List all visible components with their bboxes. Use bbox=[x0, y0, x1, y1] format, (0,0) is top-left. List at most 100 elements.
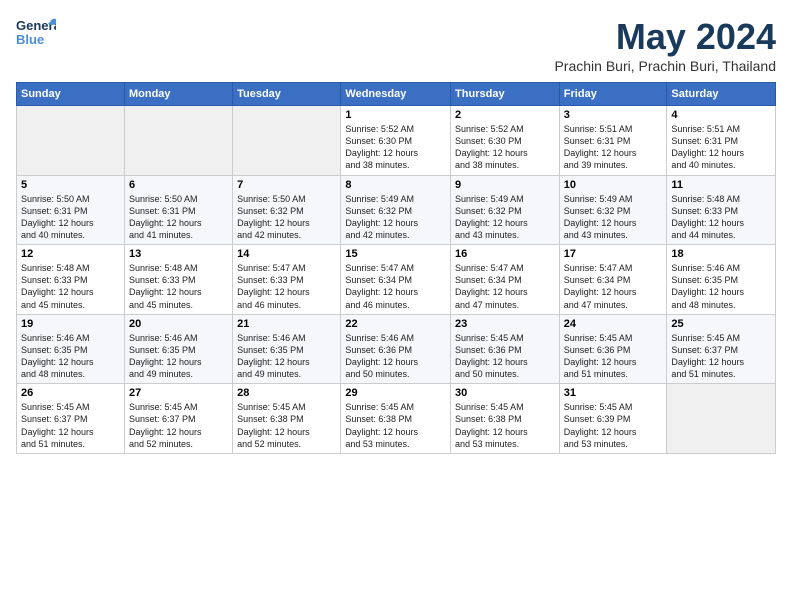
calendar-cell: 2Sunrise: 5:52 AM Sunset: 6:30 PM Daylig… bbox=[451, 106, 560, 176]
day-number: 11 bbox=[671, 179, 771, 191]
title-area: May 2024 Prachin Buri, Prachin Buri, Tha… bbox=[554, 16, 776, 74]
calendar-cell: 20 Sunrise: 5:46 AM Sunset: 6:35 PM Dayli… bbox=[124, 314, 232, 384]
day-info: Sunrise: 5:52 AM Sunset: 6:30 PM Dayligh… bbox=[455, 123, 555, 172]
calendar-cell: 29 Sunrise: 5:45 AM Sunset: 6:38 PM Dayli… bbox=[341, 384, 451, 454]
day-number: 29 bbox=[345, 387, 446, 399]
calendar-header-cell: Sunday bbox=[17, 83, 125, 106]
calendar-header-cell: Saturday bbox=[667, 83, 776, 106]
day-info: Sunrise: 5:50 AM Sunset: 6:32 PM Dayligh… bbox=[237, 193, 336, 242]
day-number: 3 bbox=[564, 109, 663, 121]
calendar-cell: 23Sunrise: 5:45 AM Sunset: 6:36 PM Dayli… bbox=[451, 314, 560, 384]
day-info: Sunrise: 5:49 AM Sunset: 6:32 PM Dayligh… bbox=[345, 193, 446, 242]
day-info: Sunrise: 5:45 AM Sunset: 6:38 PM Dayligh… bbox=[345, 401, 446, 450]
day-number: 15 bbox=[345, 248, 446, 260]
calendar-cell: 9 Sunrise: 5:49 AM Sunset: 6:32 PM Daylig… bbox=[451, 175, 560, 245]
day-number: 10 bbox=[564, 179, 663, 191]
day-number: 6 bbox=[129, 179, 228, 191]
day-number: 12 bbox=[21, 248, 120, 260]
calendar-cell: 10Sunrise: 5:49 AM Sunset: 6:32 PM Dayli… bbox=[559, 175, 667, 245]
day-info: Sunrise: 5:46 AM Sunset: 6:35 PM Dayligh… bbox=[21, 332, 120, 381]
calendar-header-cell: Thursday bbox=[451, 83, 560, 106]
calendar-week-row: 19Sunrise: 5:46 AM Sunset: 6:35 PM Dayli… bbox=[17, 314, 776, 384]
calendar-week-row: 5 Sunrise: 5:50 AM Sunset: 6:31 PM Daylig… bbox=[17, 175, 776, 245]
day-number: 4 bbox=[671, 109, 771, 121]
day-info: Sunrise: 5:48 AM Sunset: 6:33 PM Dayligh… bbox=[671, 193, 771, 242]
day-number: 9 bbox=[455, 179, 555, 191]
calendar-cell: 8 Sunrise: 5:49 AM Sunset: 6:32 PM Daylig… bbox=[341, 175, 451, 245]
day-info: Sunrise: 5:50 AM Sunset: 6:31 PM Dayligh… bbox=[21, 193, 120, 242]
day-info: Sunrise: 5:47 AM Sunset: 6:34 PM Dayligh… bbox=[345, 262, 446, 311]
day-info: Sunrise: 5:45 AM Sunset: 6:37 PM Dayligh… bbox=[671, 332, 771, 381]
day-number: 13 bbox=[129, 248, 228, 260]
calendar-week-row: 1 Sunrise: 5:52 AM Sunset: 6:30 PM Daylig… bbox=[17, 106, 776, 176]
day-info: Sunrise: 5:49 AM Sunset: 6:32 PM Dayligh… bbox=[455, 193, 555, 242]
calendar-cell: 6 Sunrise: 5:50 AM Sunset: 6:31 PM Daylig… bbox=[124, 175, 232, 245]
day-number: 5 bbox=[21, 179, 120, 191]
calendar-cell: 5 Sunrise: 5:50 AM Sunset: 6:31 PM Daylig… bbox=[17, 175, 125, 245]
day-info: Sunrise: 5:48 AM Sunset: 6:33 PM Dayligh… bbox=[21, 262, 120, 311]
calendar-cell bbox=[233, 106, 341, 176]
day-number: 1 bbox=[345, 109, 446, 121]
day-number: 24 bbox=[564, 318, 663, 330]
day-info: Sunrise: 5:52 AM Sunset: 6:30 PM Dayligh… bbox=[345, 123, 446, 172]
calendar-cell: 31Sunrise: 5:45 AM Sunset: 6:39 PM Dayli… bbox=[559, 384, 667, 454]
calendar-cell: 25 Sunrise: 5:45 AM Sunset: 6:37 PM Dayli… bbox=[667, 314, 776, 384]
calendar-header-cell: Monday bbox=[124, 83, 232, 106]
calendar-cell: 7 Sunrise: 5:50 AM Sunset: 6:32 PM Daylig… bbox=[233, 175, 341, 245]
calendar-cell: 16 Sunrise: 5:47 AM Sunset: 6:34 PM Dayli… bbox=[451, 245, 560, 315]
calendar-header-cell: Tuesday bbox=[233, 83, 341, 106]
day-number: 17 bbox=[564, 248, 663, 260]
calendar-cell: 17 Sunrise: 5:47 AM Sunset: 6:34 PM Dayli… bbox=[559, 245, 667, 315]
day-number: 7 bbox=[237, 179, 336, 191]
calendar-cell: 28 Sunrise: 5:45 AM Sunset: 6:38 PM Dayli… bbox=[233, 384, 341, 454]
calendar-cell: 14 Sunrise: 5:47 AM Sunset: 6:33 PM Dayli… bbox=[233, 245, 341, 315]
day-info: Sunrise: 5:46 AM Sunset: 6:36 PM Dayligh… bbox=[345, 332, 446, 381]
day-info: Sunrise: 5:47 AM Sunset: 6:34 PM Dayligh… bbox=[564, 262, 663, 311]
day-info: Sunrise: 5:46 AM Sunset: 6:35 PM Dayligh… bbox=[237, 332, 336, 381]
day-info: Sunrise: 5:48 AM Sunset: 6:33 PM Dayligh… bbox=[129, 262, 228, 311]
day-info: Sunrise: 5:45 AM Sunset: 6:38 PM Dayligh… bbox=[237, 401, 336, 450]
calendar-cell: 18Sunrise: 5:46 AM Sunset: 6:35 PM Dayli… bbox=[667, 245, 776, 315]
calendar-header-cell: Friday bbox=[559, 83, 667, 106]
month-title: May 2024 bbox=[554, 16, 776, 58]
logo: General Blue bbox=[16, 16, 56, 52]
calendar-cell: 12 Sunrise: 5:48 AM Sunset: 6:33 PM Dayli… bbox=[17, 245, 125, 315]
calendar-cell bbox=[667, 384, 776, 454]
day-number: 28 bbox=[237, 387, 336, 399]
day-number: 25 bbox=[671, 318, 771, 330]
calendar-cell: 24 Sunrise: 5:45 AM Sunset: 6:36 PM Dayli… bbox=[559, 314, 667, 384]
calendar-cell: 19Sunrise: 5:46 AM Sunset: 6:35 PM Dayli… bbox=[17, 314, 125, 384]
day-number: 23 bbox=[455, 318, 555, 330]
calendar-header-cell: Wednesday bbox=[341, 83, 451, 106]
day-number: 18 bbox=[671, 248, 771, 260]
day-info: Sunrise: 5:47 AM Sunset: 6:33 PM Dayligh… bbox=[237, 262, 336, 311]
day-number: 27 bbox=[129, 387, 228, 399]
day-number: 31 bbox=[564, 387, 663, 399]
day-info: Sunrise: 5:45 AM Sunset: 6:36 PM Dayligh… bbox=[564, 332, 663, 381]
svg-text:Blue: Blue bbox=[16, 32, 44, 47]
calendar-cell bbox=[17, 106, 125, 176]
day-number: 16 bbox=[455, 248, 555, 260]
day-number: 20 bbox=[129, 318, 228, 330]
day-number: 8 bbox=[345, 179, 446, 191]
svg-text:General: General bbox=[16, 18, 56, 33]
day-number: 21 bbox=[237, 318, 336, 330]
calendar-cell: 1 Sunrise: 5:52 AM Sunset: 6:30 PM Daylig… bbox=[341, 106, 451, 176]
calendar-body: 1 Sunrise: 5:52 AM Sunset: 6:30 PM Daylig… bbox=[17, 106, 776, 454]
day-number: 26 bbox=[21, 387, 120, 399]
day-info: Sunrise: 5:47 AM Sunset: 6:34 PM Dayligh… bbox=[455, 262, 555, 311]
day-info: Sunrise: 5:51 AM Sunset: 6:31 PM Dayligh… bbox=[564, 123, 663, 172]
day-info: Sunrise: 5:50 AM Sunset: 6:31 PM Dayligh… bbox=[129, 193, 228, 242]
day-number: 30 bbox=[455, 387, 555, 399]
calendar-header-row: SundayMondayTuesdayWednesdayThursdayFrid… bbox=[17, 83, 776, 106]
day-info: Sunrise: 5:46 AM Sunset: 6:35 PM Dayligh… bbox=[129, 332, 228, 381]
location-title: Prachin Buri, Prachin Buri, Thailand bbox=[554, 58, 776, 74]
day-number: 14 bbox=[237, 248, 336, 260]
calendar-cell: 11 Sunrise: 5:48 AM Sunset: 6:33 PM Dayli… bbox=[667, 175, 776, 245]
page-header: General Blue May 2024 Prachin Buri, Prac… bbox=[16, 16, 776, 74]
calendar-cell: 22Sunrise: 5:46 AM Sunset: 6:36 PM Dayli… bbox=[341, 314, 451, 384]
day-info: Sunrise: 5:51 AM Sunset: 6:31 PM Dayligh… bbox=[671, 123, 771, 172]
calendar-cell: 21 Sunrise: 5:46 AM Sunset: 6:35 PM Dayli… bbox=[233, 314, 341, 384]
day-info: Sunrise: 5:45 AM Sunset: 6:37 PM Dayligh… bbox=[21, 401, 120, 450]
calendar-cell: 4 Sunrise: 5:51 AM Sunset: 6:31 PM Daylig… bbox=[667, 106, 776, 176]
